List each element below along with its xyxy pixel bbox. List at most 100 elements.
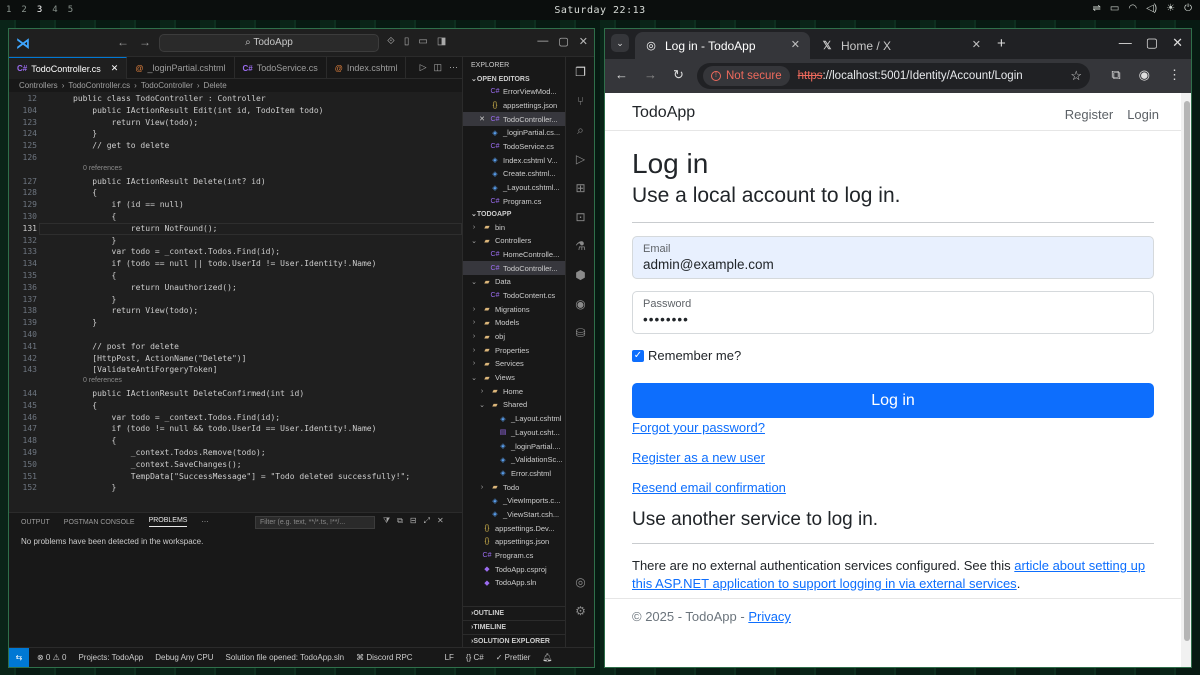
chevron-right-icon[interactable]: › <box>469 319 479 326</box>
code-line[interactable]: TempData["SuccessMessage"] = "Todo delet… <box>73 472 410 481</box>
workspace-5[interactable]: 5 <box>68 5 73 15</box>
tree-folder[interactable]: › ▰ bin <box>463 220 566 234</box>
tree-file[interactable]: C# TodoService.cs <box>463 140 566 154</box>
remember-me-checkbox[interactable]: ✓ <box>632 349 644 362</box>
close-icon[interactable]: ✕ <box>477 115 487 123</box>
editor-tab[interactable]: C# TodoService.cs <box>235 57 327 79</box>
panel-more-icon[interactable]: ⋯ <box>201 518 208 526</box>
status-discord[interactable]: ⌘ Discord RPC <box>356 653 412 662</box>
chevron-right-icon[interactable]: › <box>477 484 487 491</box>
code-line[interactable]: [HttpPost, ActionName("Delete")] <box>73 354 246 363</box>
volume-icon[interactable]: ◁) <box>1146 3 1157 14</box>
status-language[interactable]: {} C# <box>466 653 484 662</box>
browser-tab-x[interactable]: 𝕏 Home / X ✕ <box>811 32 991 59</box>
workspace-2[interactable]: 2 <box>21 5 26 15</box>
tree-folder[interactable]: › ▰ Services <box>463 357 566 371</box>
close-tab-icon[interactable]: ✕ <box>791 38 800 51</box>
tree-file[interactable]: ✕ C# TodoController... <box>463 112 566 127</box>
explorer-section-header[interactable]: › SOLUTION EXPLORER <box>463 634 566 648</box>
code-line[interactable]: public class TodoController : Controller <box>73 94 266 103</box>
split-editor-icon[interactable]: ◫ <box>433 62 442 73</box>
copilot-icon[interactable]: ⟐ <box>387 36 395 47</box>
tree-folder[interactable]: ⌄ ▰ Shared <box>463 398 566 412</box>
code-line[interactable]: { <box>73 188 97 197</box>
security-indicator[interactable]: ! Not secure <box>703 66 790 86</box>
editor-tab[interactable]: C# TodoController.cs ✕ <box>9 57 128 79</box>
password-value[interactable]: •••••••• <box>643 312 689 327</box>
workspace-1[interactable]: 1 <box>6 5 11 15</box>
tree-file[interactable]: {} appsettings.Dev... <box>463 521 566 535</box>
maximize-panel-icon[interactable]: ⤢ <box>424 516 430 526</box>
code-line[interactable]: var todo = _context.Todos.Find(id); <box>73 247 281 256</box>
chevron-down-icon[interactable]: ⌄ <box>477 401 487 409</box>
code-line[interactable]: { <box>73 436 117 445</box>
remote-explorer-icon[interactable]: ⊡ <box>573 210 588 225</box>
postman-icon[interactable]: ◉ <box>573 297 588 312</box>
resend-confirmation-link[interactable]: Resend email confirmation <box>632 480 786 495</box>
panel-tab[interactable]: OUTPUT <box>21 519 50 526</box>
breadcrumb-item[interactable]: Delete <box>204 81 227 90</box>
toggle-secondary-sidebar-icon[interactable]: ◨ <box>437 36 446 47</box>
collapse-icon[interactable]: ⊟ <box>410 516 417 526</box>
account-icon[interactable]: ◎ <box>573 575 588 590</box>
tree-folder[interactable]: › ▰ Models <box>463 316 566 330</box>
status-eol[interactable]: LF <box>445 653 454 662</box>
code-line[interactable]: public IActionResult DeleteConfirmed(int… <box>73 389 304 398</box>
site-brand[interactable]: TodoApp <box>632 104 695 122</box>
workspace-4[interactable]: 4 <box>52 5 57 15</box>
tree-folder[interactable]: › ▰ Home <box>463 384 566 398</box>
status-problems[interactable]: ⊗ 0 ⚠ 0 <box>37 653 66 662</box>
bluetooth-icon[interactable]: ⇌ <box>1093 3 1101 14</box>
new-tab-icon[interactable]: + <box>997 35 1006 52</box>
reload-icon[interactable]: ↻ <box>673 67 684 83</box>
settings-gear-icon[interactable]: ⚙ <box>573 604 588 619</box>
database-icon[interactable]: ⛁ <box>573 326 588 341</box>
tree-file[interactable]: ◈ _Layout.cshtml <box>463 412 566 426</box>
back-arrow-icon[interactable]: ← <box>615 67 628 83</box>
nav-register-link[interactable]: Register <box>1065 107 1113 122</box>
address-bar[interactable]: ! Not secure https://localhost:5001/Iden… <box>697 63 1090 89</box>
extensions-icon[interactable]: ⊞ <box>573 181 588 196</box>
tree-file[interactable]: ◈ _Layout.cshtml... <box>463 181 566 195</box>
code-editor[interactable]: 12 public class TodoController : Controll… <box>9 92 462 512</box>
tree-file[interactable]: C# Program.cs <box>463 195 566 209</box>
code-line[interactable]: // post for delete <box>73 342 179 351</box>
forward-arrow-icon[interactable]: → <box>139 35 151 49</box>
run-debug-icon[interactable]: ▷ <box>573 152 588 167</box>
code-line[interactable]: public IActionResult Delete(int? id) <box>73 177 265 186</box>
tree-file[interactable]: ◈ Index.cshtml V... <box>463 153 566 167</box>
tree-folder[interactable]: ⌄ ▰ Views <box>463 371 566 385</box>
chevron-right-icon[interactable]: › <box>477 388 487 395</box>
chevron-right-icon[interactable]: › <box>469 333 479 340</box>
browser-tab-login[interactable]: ◎ Log in - TodoApp ✕ <box>635 32 810 59</box>
battery-icon[interactable]: ▭ <box>1110 3 1119 14</box>
breadcrumb-item[interactable]: Controllers <box>19 81 58 90</box>
profile-icon[interactable]: ◉ <box>1139 67 1150 83</box>
page-scrollbar[interactable] <box>1181 93 1191 667</box>
code-line[interactable]: return View(todo); <box>73 306 199 315</box>
files-icon[interactable]: ❐ <box>573 65 588 80</box>
remember-me[interactable]: ✓ Remember me? <box>632 348 741 363</box>
back-arrow-icon[interactable]: ← <box>117 35 129 49</box>
tree-file[interactable]: ◈ _ValidationSc... <box>463 453 566 467</box>
vscode-logo-icon[interactable]: ⋊ <box>16 35 32 51</box>
tree-file[interactable]: ◆ TodoApp.sln <box>463 576 566 590</box>
code-line[interactable]: } <box>73 236 117 245</box>
tree-file[interactable]: ◈ _ViewStart.csh... <box>463 508 566 522</box>
register-link[interactable]: Register as a new user <box>632 450 765 465</box>
tree-folder[interactable]: › ▰ Properties <box>463 343 566 357</box>
codelens-references[interactable]: 0 references <box>83 377 122 384</box>
tree-file[interactable]: C# TodoContent.cs <box>463 289 566 303</box>
close-tab-icon[interactable]: ✕ <box>972 38 981 51</box>
workspace-3[interactable]: 3 <box>37 5 42 15</box>
privacy-link[interactable]: Privacy <box>748 609 791 624</box>
codelens-references[interactable]: 0 references <box>83 165 122 172</box>
copy-icon[interactable]: ⧉ <box>397 516 403 526</box>
tree-file[interactable]: C# HomeControlle... <box>463 248 566 262</box>
testing-icon[interactable]: ⚗ <box>573 239 588 254</box>
packages-icon[interactable]: ⬢ <box>573 268 588 283</box>
tree-file[interactable]: C# Program.cs <box>463 549 566 563</box>
panel-tab[interactable]: PROBLEMS <box>148 517 188 527</box>
tree-file[interactable]: C# ErrorViewMod... <box>463 85 566 99</box>
code-line[interactable]: [ValidateAntiForgeryToken] <box>73 365 217 374</box>
